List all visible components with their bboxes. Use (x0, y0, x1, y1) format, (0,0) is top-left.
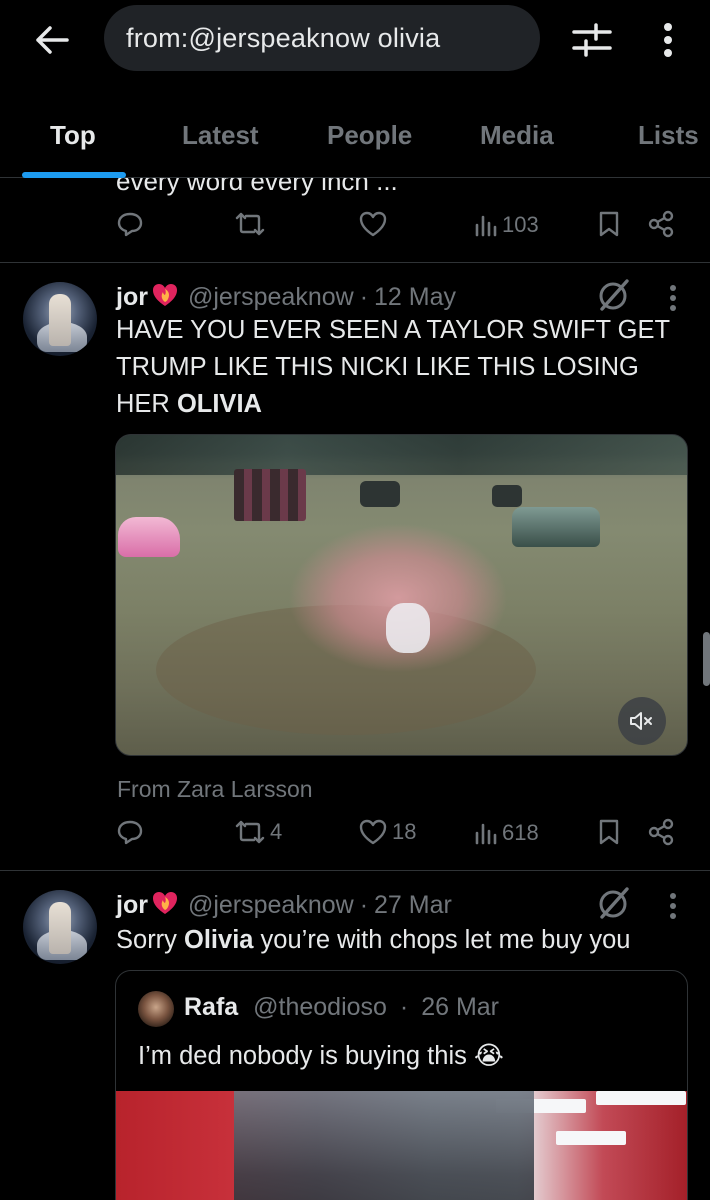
heart-outline-icon (359, 211, 387, 237)
bookmark-icon (599, 819, 619, 845)
views-button[interactable]: 103 (474, 212, 539, 238)
tweet-more-icon[interactable] (666, 283, 680, 315)
like-button[interactable] (358, 210, 388, 238)
tweet-text-highlight: Olivia (184, 926, 254, 954)
quote-header: Rafa @theodioso · 26 Mar (184, 993, 499, 1022)
tweet-time[interactable]: 27 Mar (374, 891, 452, 920)
search-query: from:@jerspeaknow olivia (126, 22, 441, 53)
tweet-time[interactable]: 12 May (374, 283, 456, 312)
reply-button[interactable] (116, 818, 144, 846)
filter-sliders-icon[interactable] (568, 16, 616, 64)
views-count: 103 (502, 212, 539, 237)
grok-icon[interactable] (596, 885, 632, 921)
partial-tweet-actions: 103 (0, 210, 710, 250)
search-input[interactable]: from:@jerspeaknow olivia (104, 5, 540, 71)
bookmark-button[interactable] (598, 210, 620, 238)
top-bar: from:@jerspeaknow olivia (0, 0, 710, 80)
views-count: 618 (502, 820, 539, 845)
separator-dot: · (359, 283, 369, 311)
heart-outline-icon (359, 819, 387, 845)
video-source-label[interactable]: From Zara Larsson (117, 776, 313, 803)
share-icon (648, 818, 674, 846)
share-button[interactable] (648, 210, 674, 238)
scrollbar[interactable] (703, 632, 710, 686)
retweet-icon (235, 820, 265, 844)
author-handle[interactable]: @jerspeaknow (188, 891, 354, 920)
views-button[interactable]: 618 (474, 820, 539, 846)
author-name[interactable]: jor (116, 891, 148, 920)
tweet-header: jor @jerspeaknow · 27 Mar (116, 888, 452, 923)
avatar[interactable] (23, 890, 97, 964)
retweet-button[interactable]: 4 (234, 818, 282, 846)
separator-dot: · (399, 993, 409, 1021)
reply-icon (117, 212, 143, 237)
more-options-icon[interactable] (648, 16, 688, 64)
tweet-text: Sorry Olivia you’re with chops let me bu… (116, 922, 686, 959)
retweet-button[interactable] (234, 210, 266, 238)
back-arrow-icon[interactable] (30, 18, 74, 62)
active-tab-indicator (22, 172, 126, 178)
reply-icon (117, 820, 143, 845)
tweet-video[interactable] (115, 434, 688, 756)
mute-button[interactable] (618, 697, 666, 745)
views-chart-icon (475, 823, 497, 845)
tab-lists[interactable]: Lists (638, 120, 699, 151)
divider (0, 262, 710, 263)
share-icon (648, 210, 674, 238)
quote-avatar (138, 991, 174, 1027)
tab-people[interactable]: People (327, 120, 412, 151)
tweet-text-after: you’re with chops let me buy you (253, 926, 631, 954)
retweet-icon (235, 212, 265, 236)
share-button[interactable] (648, 818, 674, 846)
separator-dot: · (359, 891, 369, 919)
grok-icon[interactable] (596, 277, 632, 313)
tweet-text-highlight: OLIVIA (176, 390, 262, 418)
search-tabs: Top Latest People Media Lists (0, 100, 710, 178)
quote-author-name: Rafa (184, 993, 239, 1021)
tab-latest[interactable]: Latest (182, 120, 259, 151)
tab-media[interactable]: Media (480, 120, 554, 151)
fire-heart-icon (150, 888, 180, 923)
speaker-muted-icon (630, 712, 652, 730)
tab-top[interactable]: Top (50, 120, 96, 151)
tweet-text-before: Sorry (116, 926, 185, 954)
bookmark-button[interactable] (598, 818, 620, 846)
quote-text: I’m ded nobody is buying this 😭 (138, 1042, 504, 1070)
quote-author-handle: @theodioso (253, 993, 387, 1021)
tweet-header: jor @jerspeaknow · 12 May (116, 280, 456, 315)
tweet-actions: 4 18 618 (0, 818, 710, 858)
like-button[interactable]: 18 (358, 818, 416, 846)
views-chart-icon (475, 215, 497, 237)
tweet-more-icon[interactable] (666, 891, 680, 923)
author-handle[interactable]: @jerspeaknow (188, 283, 354, 312)
reply-button[interactable] (116, 210, 144, 238)
avatar[interactable] (23, 282, 97, 356)
like-count: 18 (392, 819, 417, 844)
bookmark-icon (599, 211, 619, 237)
quoted-tweet[interactable]: Rafa @theodioso · 26 Mar I’m ded nobody … (115, 970, 688, 1200)
author-name[interactable]: jor (116, 283, 148, 312)
divider (0, 870, 710, 871)
retweet-count: 4 (270, 819, 283, 844)
quote-image[interactable] (116, 1091, 687, 1200)
tweet-text: HAVE YOU EVER SEEN A TAYLOR SWIFT GET TR… (116, 312, 686, 423)
fire-heart-icon (150, 280, 180, 315)
quote-time: 26 Mar (421, 993, 499, 1021)
